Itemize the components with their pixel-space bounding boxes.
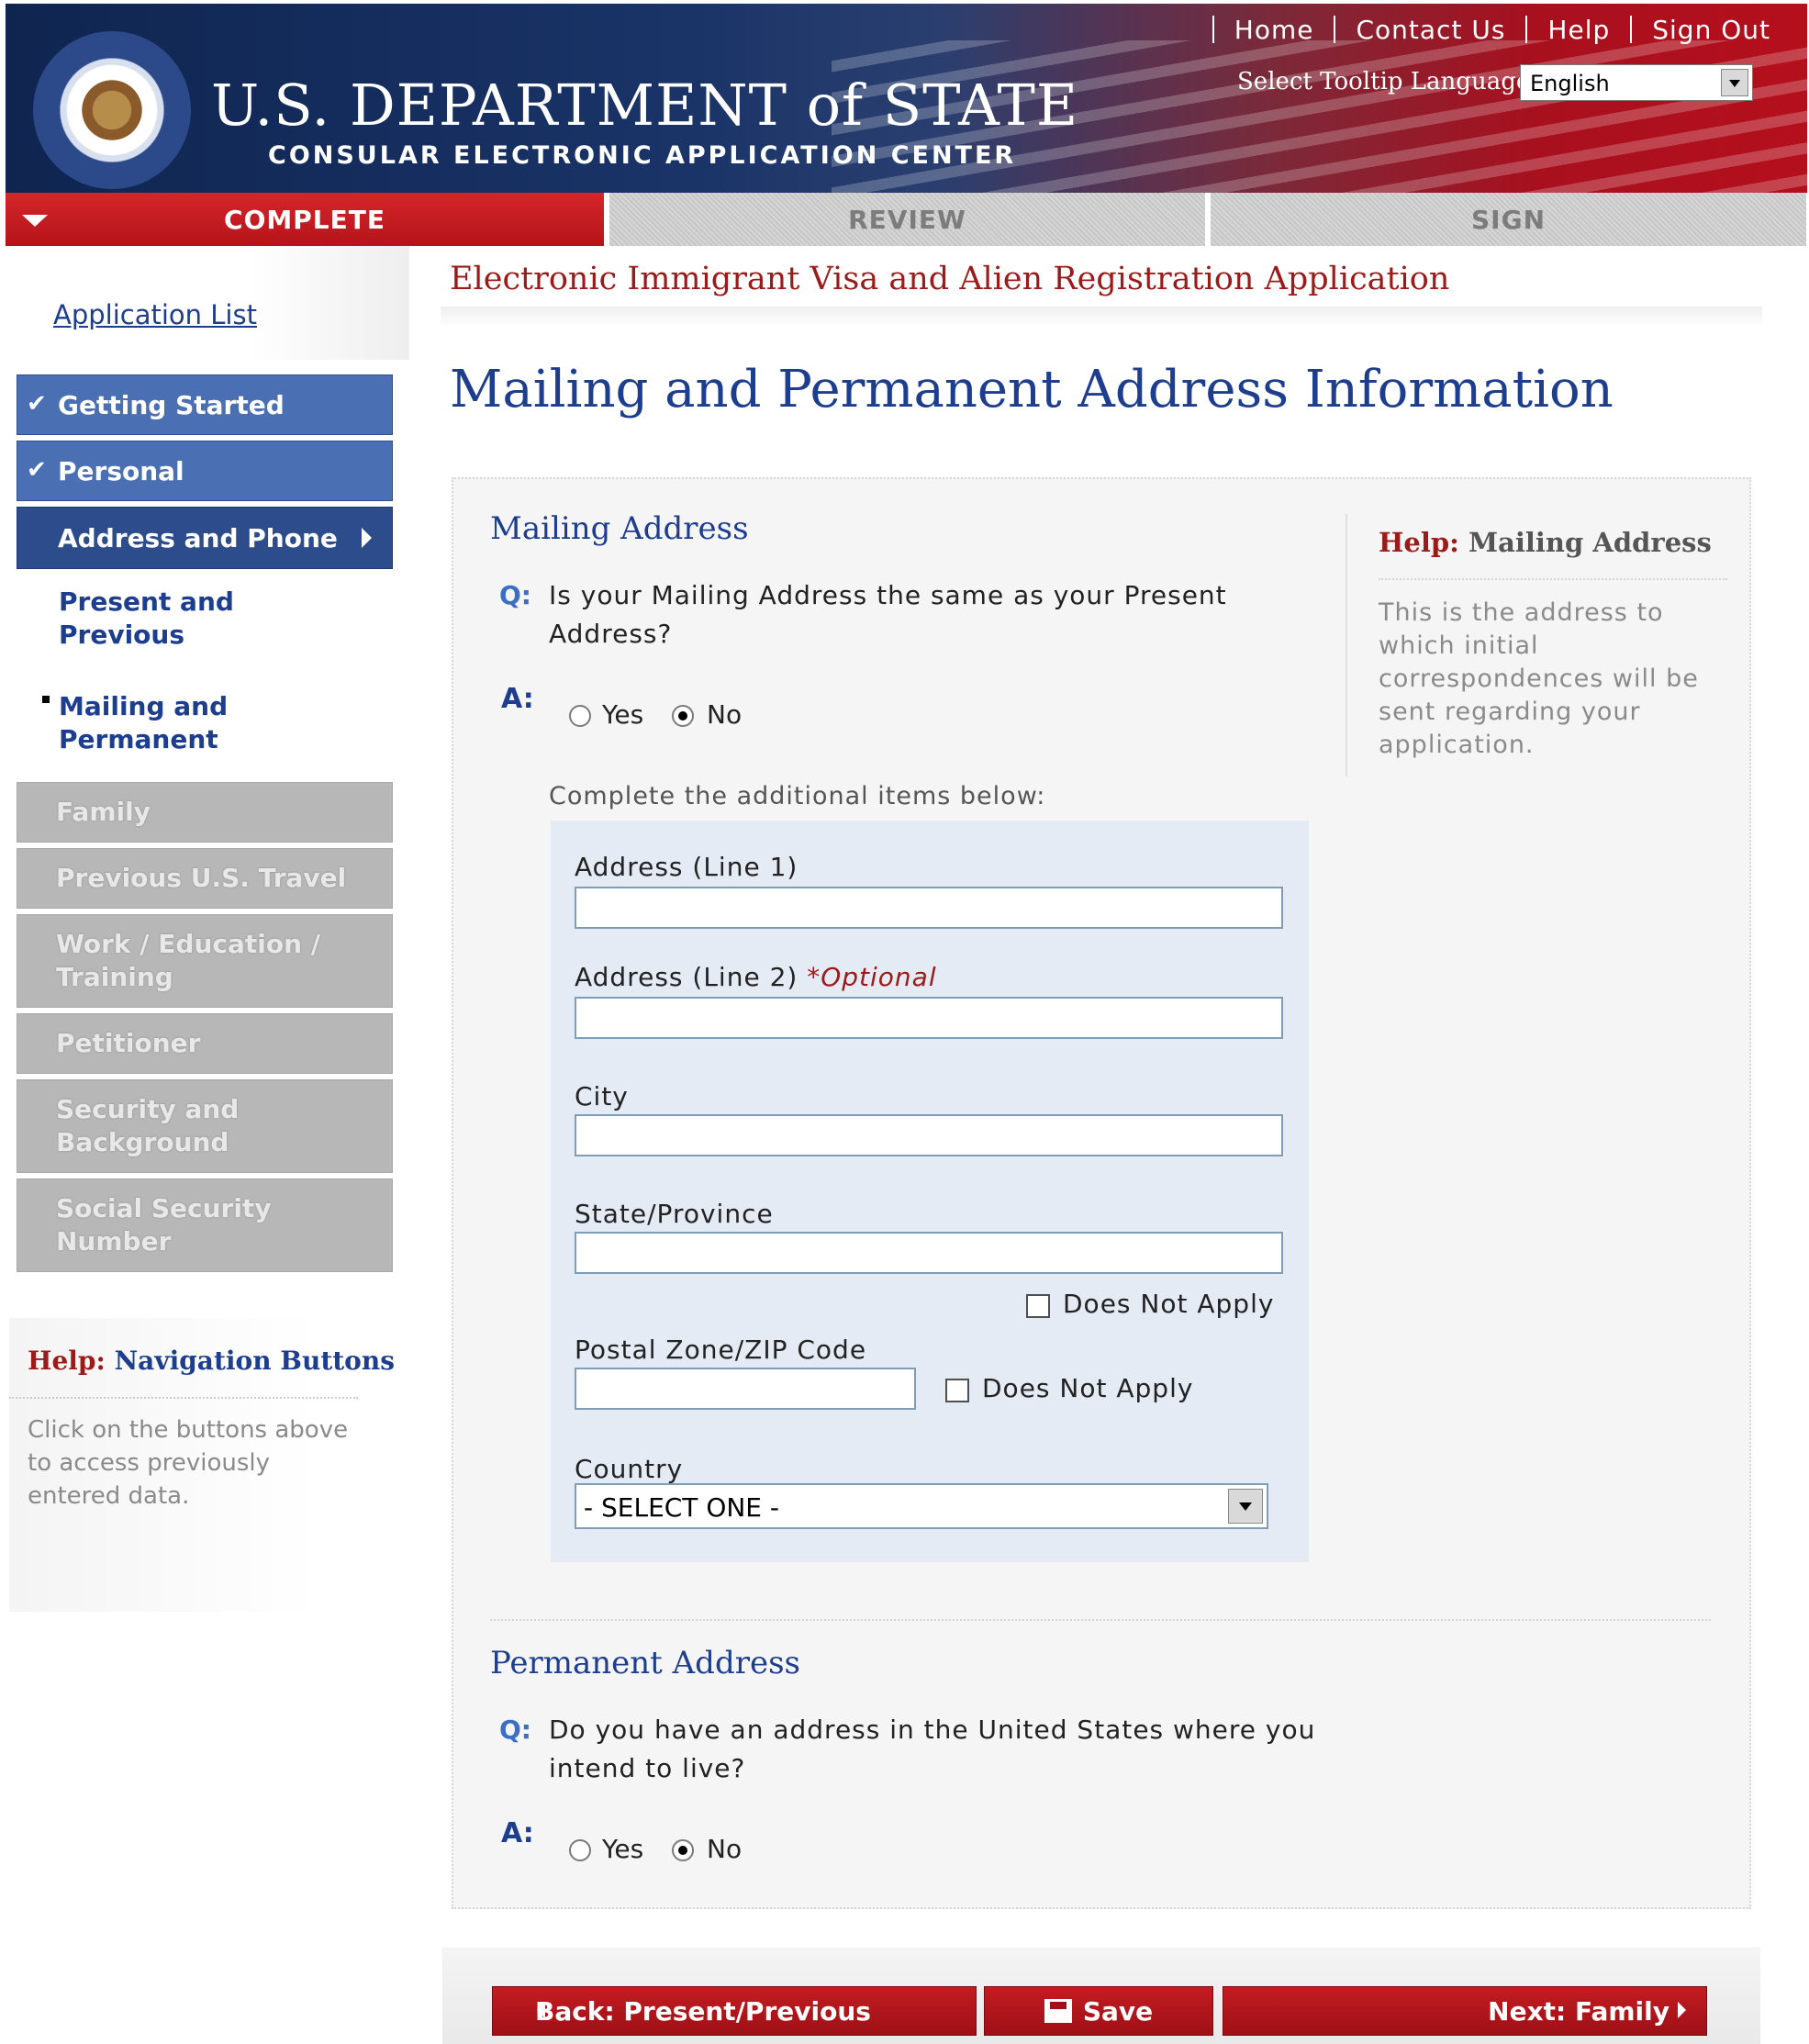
help-link[interactable]: Help xyxy=(1547,15,1610,45)
address-line1-input[interactable] xyxy=(575,887,1283,929)
tooltip-language-select[interactable]: English xyxy=(1520,64,1753,101)
top-links: Home Contact Us Help Sign Out xyxy=(1192,11,1770,48)
mailing-address-fields xyxy=(551,821,1309,1562)
state-province-label: State/Province xyxy=(575,1199,774,1229)
mailing-address-heading: Mailing Address xyxy=(490,510,749,547)
sidebar-item-previous-us-travel: Previous U.S. Travel xyxy=(17,848,393,909)
back-button[interactable]: Back: Present/Previous xyxy=(492,1986,977,2036)
home-link[interactable]: Home xyxy=(1234,15,1314,45)
next-button[interactable]: Next: Family xyxy=(1223,1986,1707,2036)
city-input[interactable] xyxy=(575,1114,1283,1156)
section-divider xyxy=(490,1619,1711,1621)
tab-complete[interactable]: COMPLETE xyxy=(6,193,604,246)
sidebar-item-personal[interactable]: ✔ Personal xyxy=(17,441,393,501)
department-subtitle: CONSULAR ELECTRONIC APPLICATION CENTER xyxy=(268,141,1017,170)
answer-marker: A: xyxy=(501,1817,534,1849)
country-select[interactable]: - SELECT ONE - xyxy=(575,1483,1268,1529)
mailing-help-title: Help: Mailing Address xyxy=(1379,527,1712,558)
navigation-help-title: Help: Navigation Buttons xyxy=(28,1346,395,1376)
address-line1-label: Address (Line 1) xyxy=(575,852,798,882)
mailing-same-no-radio[interactable] xyxy=(672,705,694,727)
mailing-same-yes-label: Yes xyxy=(602,699,644,730)
chevron-down-icon[interactable] xyxy=(1721,69,1748,96)
sidebar-item-present-and-previous[interactable]: Present and Previous xyxy=(17,578,310,652)
answer-marker: A: xyxy=(501,683,534,715)
sidebar-item-getting-started[interactable]: ✔ Getting Started xyxy=(17,374,393,435)
state-province-input[interactable] xyxy=(575,1232,1283,1274)
mailing-question: Is your Mailing Address the same as your… xyxy=(549,580,1227,649)
mailing-same-no-label: No xyxy=(707,699,743,730)
sidebar-item-social-security-number: Social Security Number xyxy=(17,1178,393,1272)
permanent-yes-label: Yes xyxy=(602,1834,644,1864)
question-marker: Q: xyxy=(499,580,531,610)
permanent-no-label: No xyxy=(707,1834,743,1864)
chevron-right-icon xyxy=(362,528,372,548)
page-title: Mailing and Permanent Address Informatio… xyxy=(450,360,1614,419)
sign-out-link[interactable]: Sign Out xyxy=(1652,15,1770,45)
address-line2-input[interactable] xyxy=(575,997,1283,1039)
site-header: U.S. DEPARTMENT of STATE CONSULAR ELECTR… xyxy=(6,4,1807,193)
tab-review-label: REVIEW xyxy=(848,204,966,235)
mailing-help-box: Help: Mailing Address This is the addres… xyxy=(1346,514,1733,776)
sidebar-item-address-and-phone[interactable]: Address and Phone xyxy=(17,507,393,569)
sidebar-item-work-education-training: Work / Education / Training xyxy=(17,914,393,1008)
navigation-help-text: Click on the buttons above to access pre… xyxy=(28,1416,349,1510)
chevron-down-icon[interactable] xyxy=(1228,1489,1263,1524)
application-list-link[interactable]: Application List xyxy=(53,299,257,330)
arrow-left-icon xyxy=(520,2002,545,2018)
sidebar-item-security-and-background: Security and Background xyxy=(17,1079,393,1173)
tooltip-language-value: English xyxy=(1530,71,1610,96)
state-does-not-apply-checkbox[interactable] xyxy=(1026,1294,1050,1318)
checkmark-icon: ✔ xyxy=(27,456,47,484)
address-line2-label: Address (Line 2) *Optional xyxy=(575,962,937,992)
tab-review: REVIEW xyxy=(604,193,1205,246)
sidebar-item-family: Family xyxy=(17,782,393,843)
caret-down-icon xyxy=(22,215,48,227)
application-title: Electronic Immigrant Visa and Alien Regi… xyxy=(450,261,1450,297)
mailing-help-text: This is the address to which initial cor… xyxy=(1379,598,1699,759)
postal-does-not-apply-checkbox[interactable] xyxy=(945,1379,969,1402)
navigation-help-box: Help: Navigation Buttons Click on the bu… xyxy=(9,1318,395,1612)
permanent-address-heading: Permanent Address xyxy=(490,1645,800,1681)
country-label: Country xyxy=(575,1454,684,1484)
state-does-not-apply-label: Does Not Apply xyxy=(1063,1289,1275,1319)
permanent-no-radio[interactable] xyxy=(672,1839,694,1861)
permanent-question: Do you have an address in the United Sta… xyxy=(549,1715,1316,1783)
department-seal-logo xyxy=(33,31,191,189)
sidebar-item-petitioner: Petitioner xyxy=(17,1013,393,1074)
sidebar-item-mailing-and-permanent[interactable]: Mailing and Permanent xyxy=(17,683,310,756)
complete-items-hint: Complete the additional items below: xyxy=(549,782,1046,810)
tab-sign: SIGN xyxy=(1205,193,1806,246)
city-label: City xyxy=(575,1081,629,1111)
optional-marker: *Optional xyxy=(807,962,937,992)
save-button[interactable]: Save xyxy=(984,1986,1213,2036)
postal-does-not-apply-label: Does Not Apply xyxy=(982,1373,1194,1403)
postal-code-label: Postal Zone/ZIP Code xyxy=(575,1335,867,1365)
question-marker: Q: xyxy=(499,1715,531,1745)
current-page-bullet-icon xyxy=(42,696,50,703)
arrow-right-icon xyxy=(1678,2002,1686,2018)
floppy-disk-icon xyxy=(1044,1999,1072,2023)
tab-sign-label: SIGN xyxy=(1471,204,1546,235)
postal-code-input[interactable] xyxy=(575,1368,916,1410)
department-title: U.S. DEPARTMENT of STATE xyxy=(211,72,1079,139)
permanent-yes-radio[interactable] xyxy=(569,1839,591,1861)
checkmark-icon: ✔ xyxy=(27,390,47,418)
progress-tabs: COMPLETE REVIEW SIGN xyxy=(6,193,1807,246)
tab-complete-label: COMPLETE xyxy=(224,204,385,235)
tooltip-language-label: Select Tooltip Language: xyxy=(1237,68,1538,95)
mailing-same-yes-radio[interactable] xyxy=(569,705,591,727)
contact-us-link[interactable]: Contact Us xyxy=(1356,15,1505,45)
country-select-value: - SELECT ONE - xyxy=(584,1492,779,1523)
